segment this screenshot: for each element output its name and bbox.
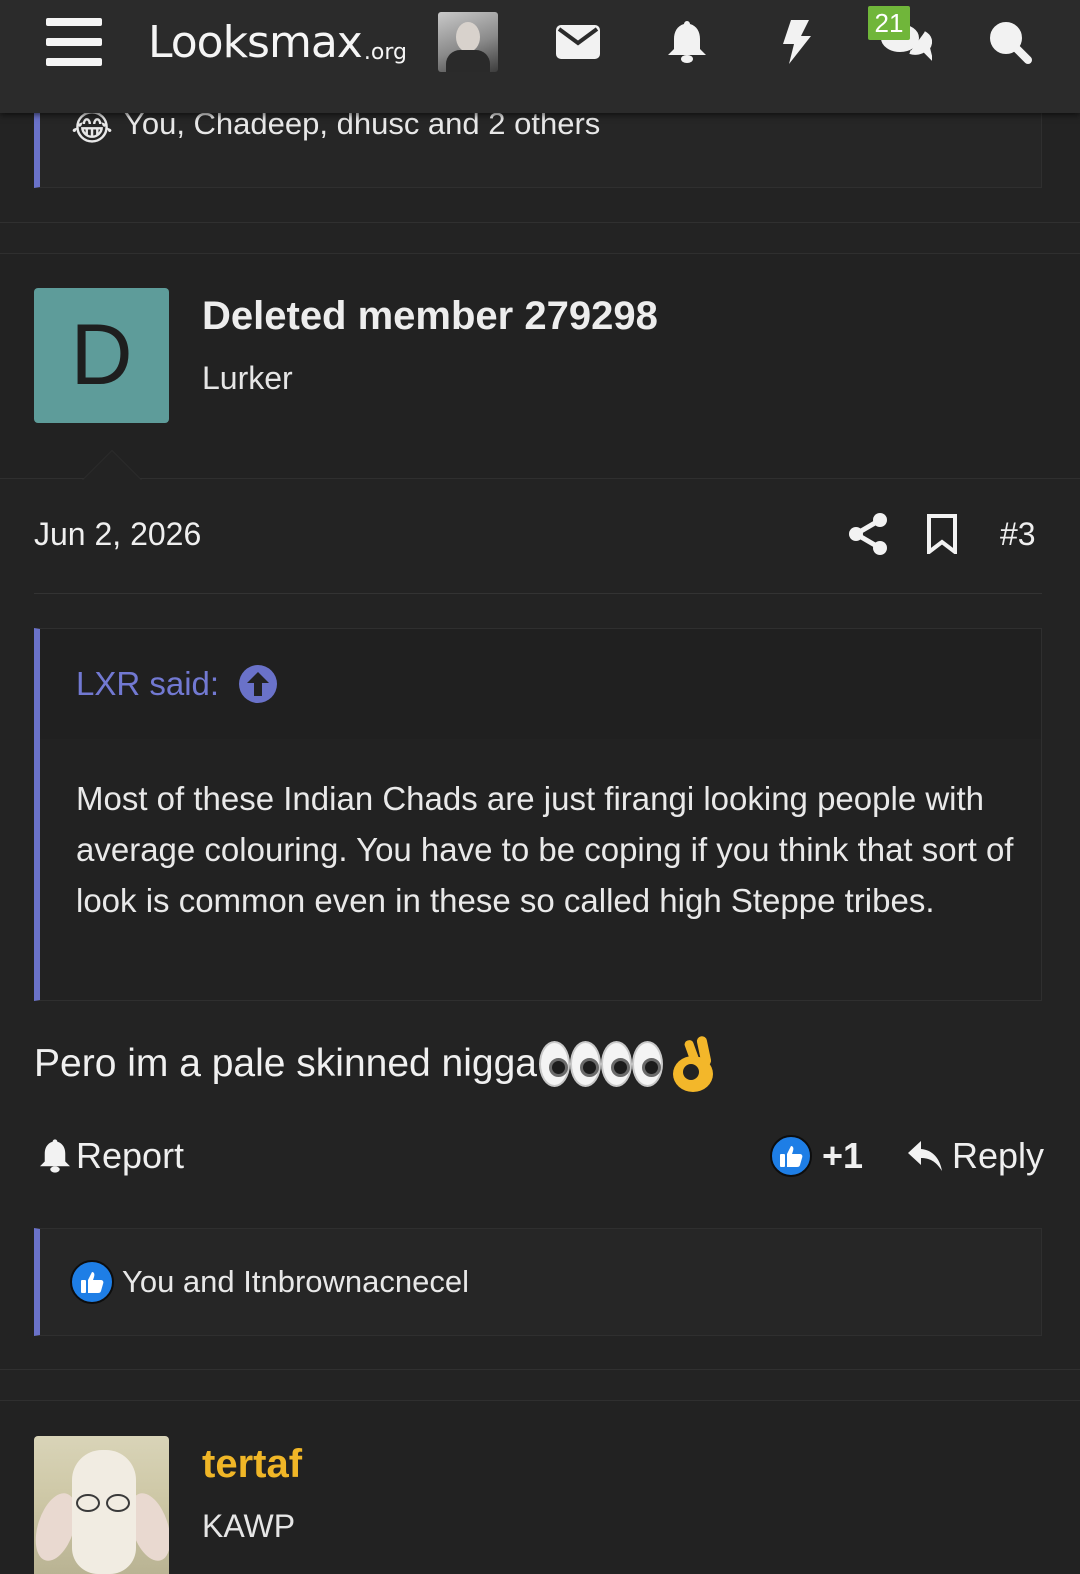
quote-text: Most of these Indian Chads are just fira… <box>76 780 1014 919</box>
author-avatar[interactable]: D <box>34 288 169 423</box>
menu-button[interactable] <box>44 0 104 84</box>
bell-icon <box>40 1139 70 1173</box>
author-arrow <box>82 450 142 480</box>
like-count: +1 <box>822 1135 864 1176</box>
search-icon <box>990 22 1032 64</box>
message-text: Pero im a pale skinned nigga <box>34 1042 537 1085</box>
eye-emoji-icon <box>569 1041 601 1087</box>
quote-author: LXR said: <box>76 665 220 702</box>
post-divider <box>0 1369 1080 1370</box>
arrow-up-circle-icon[interactable] <box>239 665 278 703</box>
ok-hand-emoji-icon <box>672 1036 713 1092</box>
search-button[interactable] <box>980 0 1040 84</box>
logo-text: Looksmax <box>148 16 363 68</box>
whats-new-button[interactable] <box>766 0 826 84</box>
quote-author-link[interactable]: LXR said: <box>76 665 278 703</box>
bell-icon <box>668 21 706 63</box>
thumbs-up-icon <box>770 1135 812 1177</box>
author-title: Lurker <box>202 360 293 396</box>
avatar-glasses <box>106 1494 130 1512</box>
post-number[interactable]: #3 <box>1000 516 1036 553</box>
alerts-button[interactable] <box>657 0 717 84</box>
quote-header: LXR said: <box>40 629 1041 739</box>
eye-emoji-icon <box>600 1041 632 1087</box>
meta-separator <box>34 593 1042 594</box>
report-button[interactable]: Report <box>40 1135 184 1177</box>
logo-suffix: .org <box>363 39 407 65</box>
like-button[interactable]: +1 <box>770 1135 863 1177</box>
conversations-badge[interactable]: 21 <box>868 6 910 40</box>
author-avatar[interactable] <box>34 1436 169 1574</box>
bookmark-icon[interactable] <box>926 514 958 554</box>
avatar-face <box>72 1450 136 1574</box>
report-label: Report <box>76 1135 185 1176</box>
user-avatar-button[interactable] <box>438 12 498 72</box>
avatar-body <box>446 50 490 72</box>
envelope-icon <box>556 25 600 59</box>
author-name[interactable]: Deleted member 279298 <box>202 294 658 339</box>
reply-icon <box>908 1141 942 1171</box>
reactions-summary[interactable]: You and Itnbrownacnecel <box>122 1264 469 1300</box>
reply-label: Reply <box>952 1135 1045 1176</box>
reactions-bar[interactable]: You and Itnbrownacnecel <box>34 1228 1042 1336</box>
eyes-emoji-group <box>538 1034 719 1094</box>
menu-icon <box>46 18 102 66</box>
author-name[interactable]: tertaf <box>202 1442 302 1487</box>
author-title: KAWP <box>202 1508 296 1544</box>
post-date[interactable]: Jun 2, 2026 <box>34 516 201 553</box>
inbox-button[interactable] <box>548 0 608 84</box>
post-message: Pero im a pale skinned nigga <box>34 1034 719 1094</box>
avatar-face <box>456 22 480 52</box>
post-divider <box>0 222 1080 223</box>
avatar-glasses <box>76 1494 100 1512</box>
site-logo[interactable]: Looksmax .org <box>148 0 418 84</box>
thumbs-up-icon <box>70 1260 114 1304</box>
quote-block: LXR said: Most of these Indian Chads are… <box>34 628 1042 1001</box>
reply-button[interactable]: Reply <box>908 1135 1044 1177</box>
top-navigation-bar: Looksmax .org 21 <box>0 0 1080 113</box>
bolt-icon <box>783 20 811 64</box>
eye-emoji-icon <box>538 1041 570 1087</box>
eye-emoji-icon <box>631 1041 663 1087</box>
share-icon[interactable] <box>846 512 890 556</box>
